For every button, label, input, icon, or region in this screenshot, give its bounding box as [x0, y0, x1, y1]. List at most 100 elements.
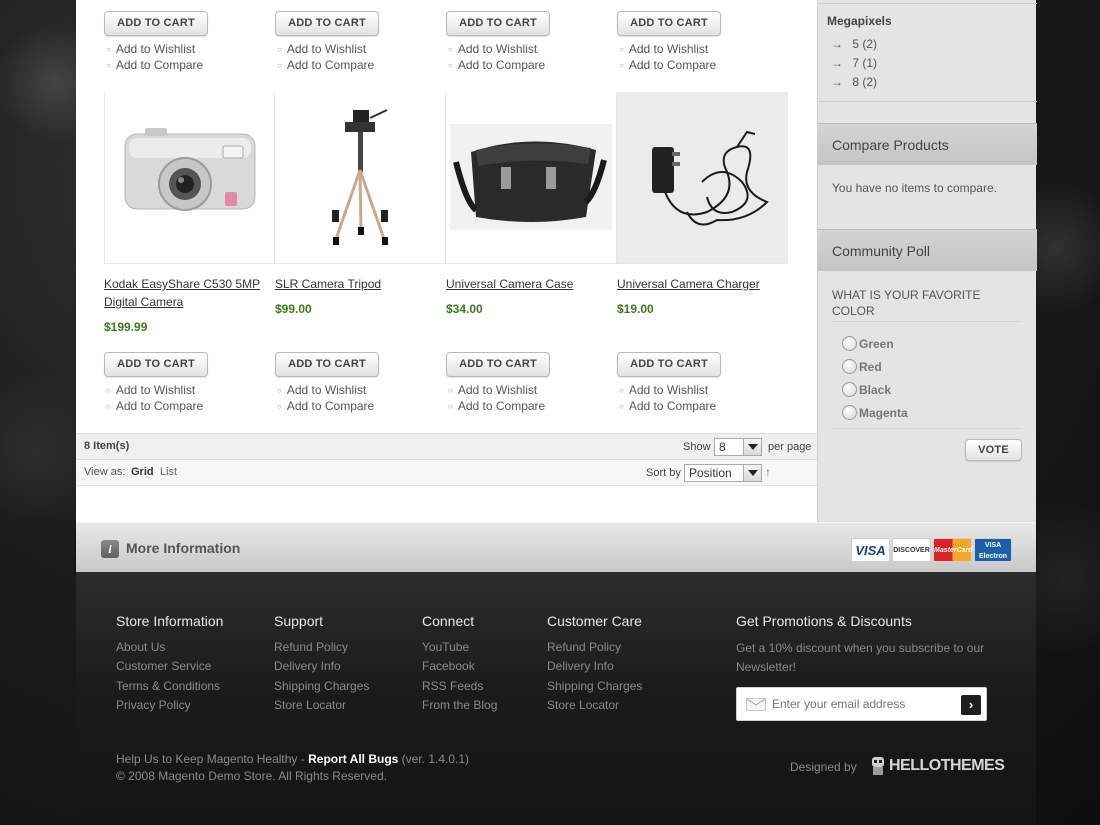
footer-link[interactable]: Delivery Info [547, 659, 614, 673]
add-to-cart-button[interactable]: ADD TO CART [617, 352, 721, 377]
compare-products-title: Compare Products [832, 137, 949, 153]
add-to-cart-button[interactable]: ADD TO CART [446, 352, 550, 377]
arrow-right-icon: → [831, 56, 843, 70]
add-to-wishlist-link[interactable]: Add to Wishlist [106, 383, 203, 399]
add-to-cart-button[interactable]: ADD TO CART [446, 11, 550, 36]
show-per-page-select[interactable]: 8 [714, 438, 762, 456]
designed-by-label: Designed by [790, 760, 857, 774]
visa-card-icon: VISA [851, 538, 890, 562]
product-image-camera[interactable] [104, 92, 275, 263]
product-price: $34.00 [446, 302, 483, 316]
footer-link[interactable]: From the Blog [422, 698, 497, 712]
add-to-compare-link[interactable]: Add to Compare [448, 399, 545, 415]
footer-link[interactable]: Terms & Conditions [116, 679, 220, 693]
poll-radio-magenta[interactable] [842, 405, 857, 420]
report-bugs-line: Help Us to Keep Magento Healthy - Report… [116, 752, 469, 766]
product-links: Add to Wishlist Add to Compare [106, 383, 203, 415]
footer-link[interactable]: YouTube [422, 640, 469, 654]
view-grid-option: Grid [131, 466, 154, 478]
page-wrapper: ADD TO CART ADD TO CART ADD TO CART ADD … [76, 0, 1037, 825]
add-to-cart-button[interactable]: ADD TO CART [104, 352, 208, 377]
footer-link[interactable]: RSS Feeds [422, 679, 483, 693]
product-image-tripod[interactable] [275, 92, 446, 263]
hellothemes-brand[interactable]: HELLOTHEMES [889, 757, 1005, 775]
footer-link[interactable]: Refund Policy [274, 640, 348, 654]
add-to-cart-button[interactable]: ADD TO CART [104, 11, 208, 36]
chevron-down-icon[interactable] [743, 465, 761, 481]
footer-link[interactable]: Refund Policy [547, 640, 621, 654]
product-price: $199.99 [104, 320, 148, 334]
megapixels-option-label: 8 (2) [852, 75, 878, 89]
add-to-wishlist-link[interactable]: Add to Wishlist [277, 42, 374, 58]
report-bugs-prefix: Help Us to Keep Magento Healthy - [116, 752, 309, 766]
megapixels-option[interactable]: → 7 (1) [831, 56, 877, 70]
footer-link[interactable]: Facebook [422, 659, 475, 673]
product-name-link[interactable]: SLR Camera Tripod [275, 275, 381, 293]
footer-link[interactable]: Customer Service [116, 659, 211, 673]
product-price: $99.00 [275, 302, 312, 316]
add-to-cart-button[interactable]: ADD TO CART [275, 11, 379, 36]
poll-question-line1: WHAT IS YOUR FAVORITE [832, 288, 981, 302]
product-name-line1: Kodak EasyShare C530 5MP [104, 277, 261, 291]
more-information-bar: i More Information VISA DISCOVER MasterC… [76, 522, 1036, 572]
right-sidebar: Megapixels → 5 (2) → 7 (1) → 8 (2) Compa… [817, 0, 1037, 522]
community-poll-header: Community Poll [818, 229, 1037, 271]
sort-by-select[interactable]: Position [684, 464, 762, 482]
footer: Store Information About Us Customer Serv… [76, 572, 1036, 825]
megapixels-option[interactable]: → 8 (2) [831, 75, 877, 89]
footer-link[interactable]: Shipping Charges [547, 679, 642, 693]
add-to-cart-button[interactable]: ADD TO CART [275, 352, 379, 377]
add-to-compare-link[interactable]: Add to Compare [619, 58, 716, 74]
arrow-right-icon: → [831, 75, 843, 89]
megapixels-filter-title: Megapixels [827, 14, 892, 28]
footer-link[interactable]: Shipping Charges [274, 679, 369, 693]
report-bugs-link[interactable]: Report All Bugs [308, 752, 398, 766]
sort-direction-icon[interactable]: ↑ [765, 465, 771, 479]
add-to-wishlist-link[interactable]: Add to Wishlist [619, 383, 716, 399]
add-to-compare-link[interactable]: Add to Compare [106, 399, 203, 415]
chevron-down-icon[interactable] [743, 439, 761, 455]
newsletter-email-input[interactable] [772, 694, 952, 714]
view-list-link[interactable]: List [160, 466, 177, 478]
product-links: Add to Wishlist Add to Compare [277, 383, 374, 415]
add-to-cart-button[interactable]: ADD TO CART [617, 11, 721, 36]
poll-radio-green[interactable] [842, 336, 857, 351]
add-to-wishlist-link[interactable]: Add to Wishlist [448, 42, 545, 58]
product-price: $19.00 [617, 302, 654, 316]
promotions-title: Get Promotions & Discounts [736, 613, 912, 629]
add-to-compare-link[interactable]: Add to Compare [448, 58, 545, 74]
footer-column-title: Customer Care [547, 613, 642, 629]
more-information-title[interactable]: More Information [126, 540, 240, 556]
footer-link[interactable]: About Us [116, 640, 165, 654]
footer-column-title: Store Information [116, 613, 224, 629]
promotions-text-line2: Newsletter! [736, 660, 797, 674]
footer-link[interactable]: Privacy Policy [116, 698, 191, 712]
pager-toolbar: 8 Item(s) Show 8 per page [76, 433, 817, 460]
add-to-compare-link[interactable]: Add to Compare [619, 399, 716, 415]
poll-radio-black[interactable] [842, 382, 857, 397]
poll-radio-red[interactable] [842, 359, 857, 374]
add-to-compare-link[interactable]: Add to Compare [106, 58, 203, 74]
add-to-wishlist-link[interactable]: Add to Wishlist [277, 383, 374, 399]
product-name-link[interactable]: Universal Camera Case [446, 275, 573, 293]
add-to-wishlist-link[interactable]: Add to Wishlist [448, 383, 545, 399]
footer-link[interactable]: Delivery Info [274, 659, 341, 673]
megapixels-option[interactable]: → 5 (2) [831, 37, 877, 51]
arrow-right-icon: → [831, 37, 843, 51]
add-to-wishlist-link[interactable]: Add to Wishlist [619, 42, 716, 58]
footer-link[interactable]: Store Locator [547, 698, 619, 712]
compare-empty-text: You have no items to compare. [832, 181, 997, 195]
vote-button[interactable]: VOTE [965, 439, 1022, 461]
footer-link[interactable]: Store Locator [274, 698, 346, 712]
product-name-link[interactable]: Universal Camera Charger [617, 275, 760, 293]
product-links: Add to Wishlist Add to Compare [277, 42, 374, 74]
add-to-compare-link[interactable]: Add to Compare [277, 58, 374, 74]
product-links: Add to Wishlist Add to Compare [448, 42, 545, 74]
add-to-wishlist-link[interactable]: Add to Wishlist [106, 42, 203, 58]
product-image-charger[interactable] [617, 92, 788, 263]
subscribe-arrow-button[interactable]: › [961, 695, 981, 715]
add-to-compare-link[interactable]: Add to Compare [277, 399, 374, 415]
product-image-case[interactable] [446, 92, 617, 263]
product-name-link[interactable]: Kodak EasyShare C530 5MP Digital Camera [104, 275, 260, 311]
product-grid-area: ADD TO CART ADD TO CART ADD TO CART ADD … [76, 0, 817, 522]
